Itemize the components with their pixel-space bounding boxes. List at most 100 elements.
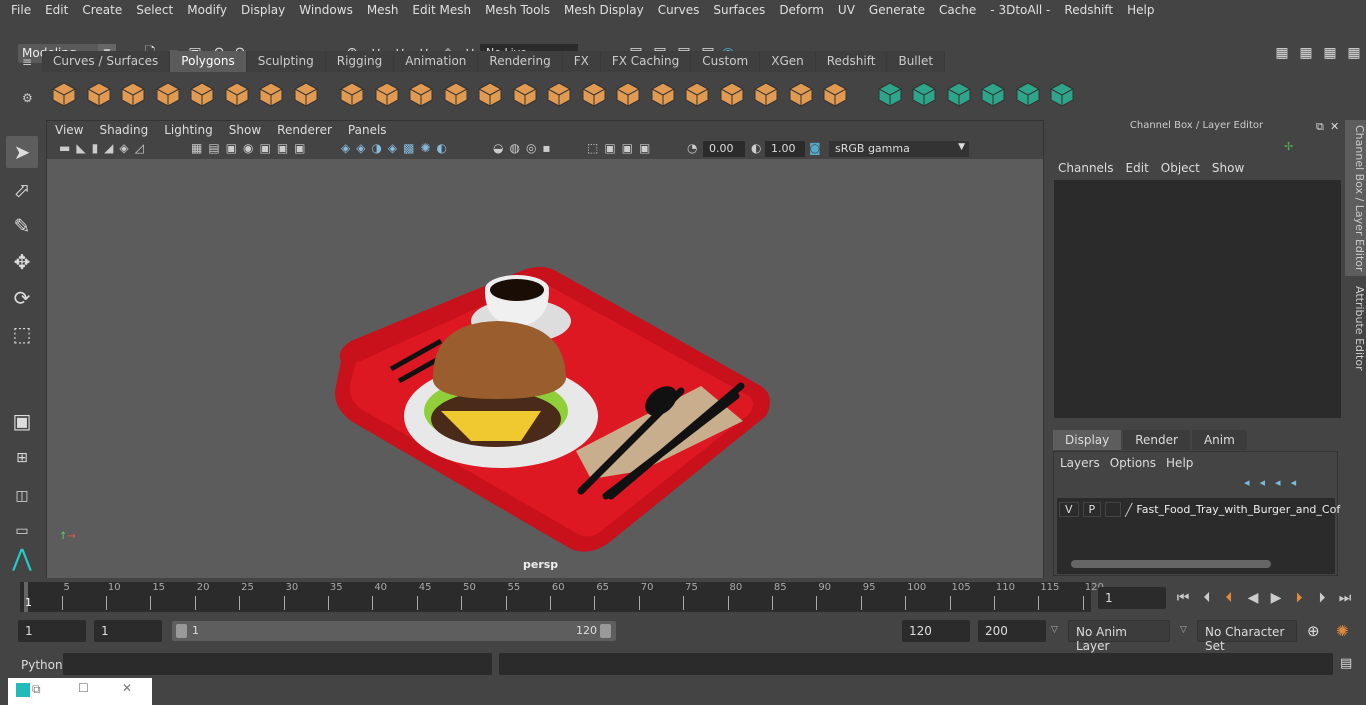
time-slider[interactable]: 1 5 10 15 20 25 30 35 40 45 50 55 60 65 70 75 80 85 90 95 1… [20, 582, 1104, 612]
channel-menu-show[interactable]: Show [1208, 161, 1252, 175]
viewport-canvas[interactable]: persp ↑→ [47, 159, 1043, 578]
play-backward-icon[interactable]: ◀ [1244, 589, 1262, 607]
channel-menu-edit[interactable]: Edit [1122, 161, 1157, 175]
tab-channel-box[interactable]: Channel Box / Layer Editor [1345, 120, 1366, 276]
uv-tool-icon[interactable] [752, 80, 780, 108]
horizontal-scrollbar[interactable] [1071, 560, 1271, 568]
menu-curves[interactable]: Curves [651, 3, 707, 17]
uv-checker-icon[interactable] [1014, 80, 1042, 108]
viewport-menu-shading[interactable]: Shading [91, 123, 156, 137]
bool-icon[interactable] [649, 80, 677, 108]
menu-edit[interactable]: Edit [38, 3, 75, 17]
script-editor-icon[interactable]: ▤ [1340, 656, 1352, 671]
step-forward-icon[interactable]: ⏵ [1313, 589, 1331, 607]
tab-render[interactable]: Render [1123, 430, 1190, 450]
shelf-menu-icon[interactable]: ≡ [22, 55, 32, 69]
workspace-icon[interactable]: ▦ [1274, 45, 1290, 61]
layer-order-icons[interactable]: ◂◂◂◂ [1244, 476, 1306, 489]
tab-redshift[interactable]: Redshift [815, 51, 888, 72]
scale-tool-icon[interactable]: ⬚ [6, 318, 38, 350]
anim-prefs-icon[interactable]: ✺ [1336, 622, 1349, 640]
pipe-icon[interactable] [292, 80, 320, 108]
menu-edit-mesh[interactable]: Edit Mesh [405, 3, 478, 17]
tab-polygons[interactable]: Polygons [170, 51, 247, 72]
end-time-field[interactable]: 200 [978, 620, 1046, 642]
restore-icon[interactable]: ⧉ [32, 682, 41, 697]
playback-end-field[interactable]: 120 [902, 620, 970, 642]
extrude-icon[interactable] [476, 80, 504, 108]
command-input[interactable] [63, 653, 492, 675]
uv-cylindrical-icon[interactable] [821, 80, 849, 108]
rotate-tool-icon[interactable]: ⟳ [6, 282, 38, 314]
tab-attribute-editor[interactable]: Attribute Editor [1345, 280, 1366, 376]
exposure-field[interactable]: 0.00 [703, 141, 745, 157]
display-type-toggle[interactable] [1105, 502, 1122, 517]
bridge-icon[interactable] [511, 80, 539, 108]
layer-name[interactable]: Fast_Food_Tray_with_Burger_and_Cof [1136, 503, 1340, 516]
viewport-menu-view[interactable]: View [47, 123, 91, 137]
tab-fx[interactable]: FX [562, 51, 601, 72]
combine-icon[interactable] [338, 80, 366, 108]
close-icon[interactable]: ✕ [122, 681, 132, 695]
channel-menu-channels[interactable]: Channels [1054, 161, 1122, 175]
uv-auto-icon[interactable] [876, 80, 904, 108]
menu-redshift[interactable]: Redshift [1057, 3, 1120, 17]
sphere-icon[interactable] [50, 80, 78, 108]
character-set-dropdown[interactable]: No Character Set [1197, 620, 1297, 653]
menu--3dtoall-[interactable]: - 3DtoAll - [983, 3, 1057, 17]
tab-bullet[interactable]: Bullet [887, 51, 946, 72]
menu-create[interactable]: Create [75, 3, 129, 17]
tab-xgen[interactable]: XGen [760, 51, 816, 72]
menu-deform[interactable]: Deform [772, 3, 831, 17]
color-management-icon[interactable]: ◙ [809, 141, 821, 155]
menu-file[interactable]: File [4, 3, 38, 17]
tab-fx-caching[interactable]: FX Caching [600, 51, 692, 72]
four-view-icon[interactable]: ⊞ [6, 442, 38, 474]
menu-windows[interactable]: Windows [292, 3, 360, 17]
colorspace-dropdown[interactable]: sRGB gamma ▼ [829, 141, 969, 157]
menu-display[interactable]: Display [234, 3, 292, 17]
menu-mesh[interactable]: Mesh [360, 3, 406, 17]
xray-icon[interactable]: ⬚▣▣▣ [587, 141, 656, 155]
gamma-field[interactable]: 1.00 [765, 141, 805, 157]
pyramid-icon[interactable] [257, 80, 285, 108]
display-options-icon[interactable]: ▦▤▣◉▣▣▣ [191, 141, 312, 155]
viewport-menu-renderer[interactable]: Renderer [269, 123, 340, 137]
layer-menu-layers[interactable]: Layers [1058, 456, 1108, 470]
uv-unfold-icon[interactable] [910, 80, 938, 108]
two-view-icon[interactable]: ◫ [6, 480, 38, 512]
layer-menu-help[interactable]: Help [1164, 456, 1201, 470]
cone-icon[interactable] [154, 80, 182, 108]
command-language-label[interactable]: Python [21, 658, 63, 672]
move-tool-icon[interactable]: ✥ [6, 246, 38, 278]
menu-uv[interactable]: UV [831, 3, 862, 17]
separate-icon[interactable] [373, 80, 401, 108]
current-frame-field[interactable]: 1 [1098, 587, 1166, 609]
layer-row[interactable]: V P ╱ Fast_Food_Tray_with_Burger_and_Cof [1059, 502, 1340, 517]
play-forward-icon[interactable]: ▶ [1267, 589, 1285, 607]
close-icon[interactable]: ✕ [1330, 120, 1339, 133]
single-view-icon[interactable]: ▣ [6, 405, 38, 437]
uv-planar-icon[interactable] [787, 80, 815, 108]
chevron-down-icon[interactable]: ▽ [1051, 625, 1058, 635]
gear-icon[interactable]: ⚙ [22, 91, 33, 105]
go-to-start-icon[interactable]: ⏮ [1174, 589, 1192, 607]
multicut-icon[interactable] [580, 80, 608, 108]
maximize-icon[interactable]: ☐ [78, 681, 89, 695]
tab-rendering[interactable]: Rendering [478, 51, 563, 72]
anim-layer-dropdown[interactable]: No Anim Layer [1068, 620, 1170, 653]
layer-menu-options[interactable]: Options [1108, 456, 1164, 470]
select-tool-icon[interactable]: ➤ [6, 136, 38, 168]
viewport-menu-panels[interactable]: Panels [340, 123, 395, 137]
auto-key-icon[interactable]: ⊕ [1307, 622, 1320, 640]
step-back-icon[interactable]: ⏴ [1198, 589, 1216, 607]
isolate-icon[interactable]: ◒◍◎▪ [493, 141, 557, 155]
tab-sculpting[interactable]: Sculpting [246, 51, 326, 72]
channel-menu-object[interactable]: Object [1157, 161, 1208, 175]
fill-hole-icon[interactable] [683, 80, 711, 108]
layout-icon[interactable]: ▦ [1298, 45, 1314, 61]
layout-icon[interactable]: ▦ [1322, 45, 1338, 61]
layer-color-icon[interactable]: ╱ [1125, 503, 1132, 517]
smooth-icon[interactable] [442, 80, 470, 108]
lasso-tool-icon[interactable]: ⬀ [6, 174, 38, 206]
